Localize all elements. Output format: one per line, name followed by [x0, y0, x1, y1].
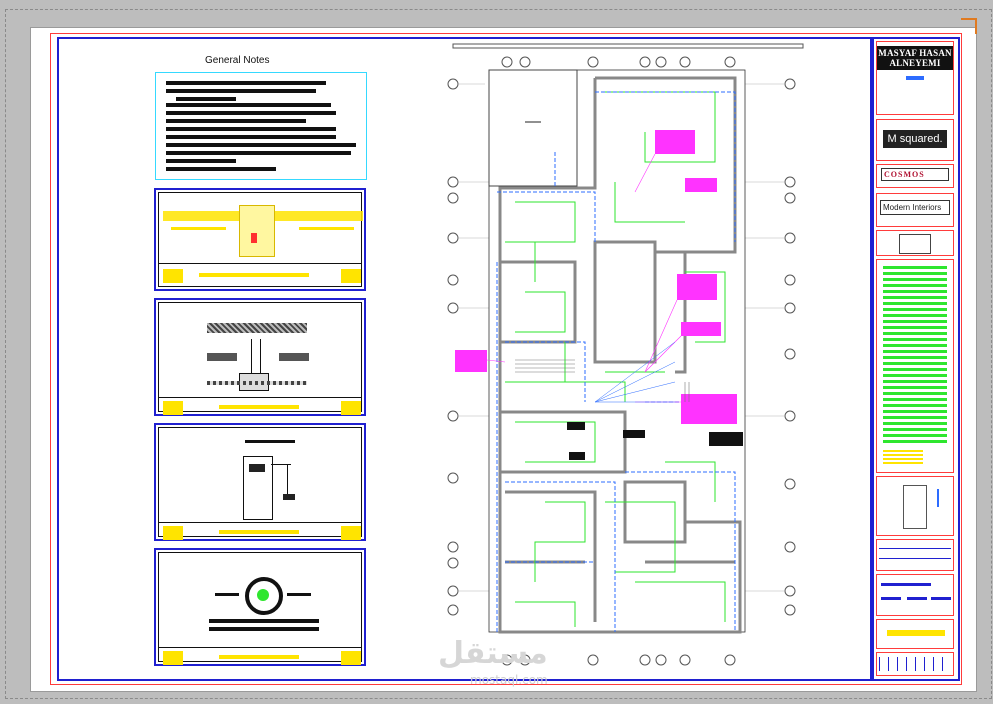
corner-grip-icon[interactable] — [961, 18, 977, 34]
detail-panel-2[interactable] — [154, 298, 366, 416]
grid-bubbles-left — [447, 78, 459, 616]
watermark-text: مستقل — [438, 636, 548, 671]
key-plan — [876, 476, 954, 536]
client-name: MASYAF HASAN ALNEYEMI — [877, 46, 953, 70]
title-block-logo-modern: Modern Interiors — [876, 193, 954, 227]
detail-panel-4[interactable] — [154, 548, 366, 666]
legend-panel — [876, 259, 954, 473]
msquared-logo: M squared. — [883, 130, 947, 148]
grid-bubbles-top — [501, 56, 736, 68]
title-block-revisions — [876, 652, 954, 676]
title-block-info — [876, 574, 954, 616]
grid-bubbles-right — [784, 78, 796, 616]
title-block-logo-msquared: M squared. — [876, 119, 954, 161]
title-block-client-cell: MASYAF HASAN ALNEYEMI — [876, 41, 954, 115]
general-notes-title: General Notes — [205, 55, 270, 66]
watermark-url: mostaql.com — [470, 673, 548, 687]
title-block: MASYAF HASAN ALNEYEMI M squared. COSMOS … — [872, 37, 960, 681]
title-block-logo-cosmos: COSMOS — [876, 164, 954, 188]
detail-panel-1[interactable] — [154, 188, 366, 291]
cosmos-logo: COSMOS — [881, 168, 949, 181]
title-block-drawing-title — [876, 619, 954, 649]
north-arrow-icon — [937, 489, 949, 507]
modern-interiors-logo: Modern Interiors — [880, 200, 950, 215]
title-block-table — [876, 539, 954, 571]
stamp-icon — [899, 234, 931, 254]
electrical-floor-plan[interactable] — [445, 42, 805, 676]
title-block-stamp — [876, 230, 954, 256]
general-notes-box — [155, 72, 367, 180]
detail-panel-3[interactable] — [154, 423, 366, 541]
